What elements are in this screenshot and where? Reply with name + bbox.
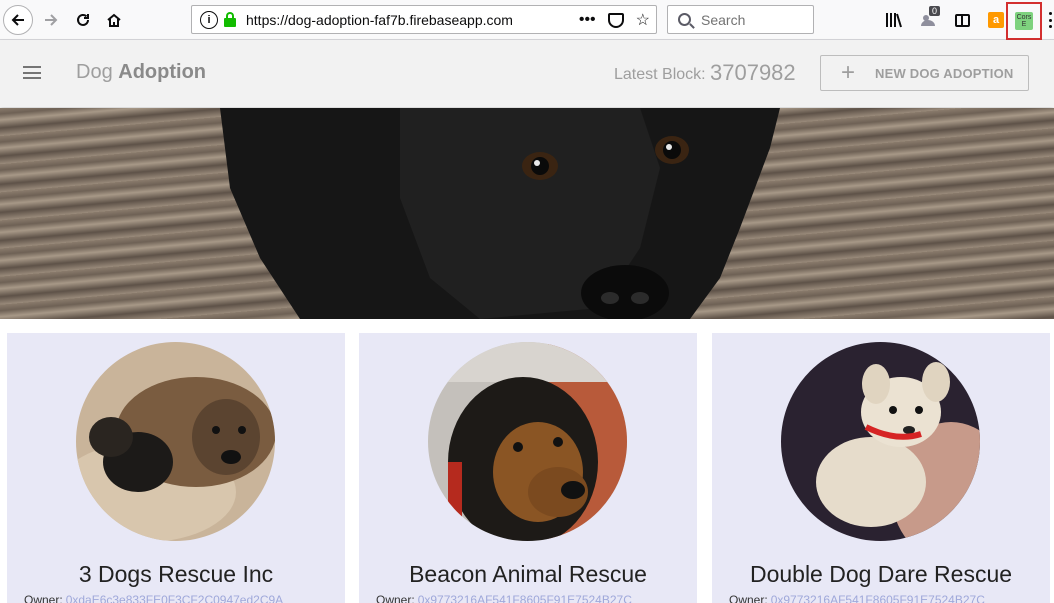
forward-button[interactable] — [36, 5, 66, 35]
back-arrow-icon — [11, 14, 24, 26]
latest-block-value: 3707982 — [710, 60, 796, 85]
back-button[interactable] — [3, 5, 33, 35]
owner-address[interactable]: 0x9773216AF541F8605F91E7524B27C — [771, 593, 985, 603]
url-text[interactable]: https://dog-adoption-faf7b.firebaseapp.c… — [246, 12, 513, 28]
latest-block-label: Latest Block: — [614, 66, 706, 83]
rescue-name: Double Dog Dare Rescue — [749, 561, 1013, 587]
rescue-avatar — [428, 342, 627, 541]
rescue-avatar — [781, 342, 980, 541]
rescue-card[interactable]: 3 Dogs Rescue Inc Owner: 0xdaE6c3e833FE0F… — [7, 333, 345, 603]
cors-icon: Cors E — [1015, 12, 1033, 30]
downloads-icon[interactable]: 0 — [916, 6, 940, 34]
rescue-owner: Owner: 0xdaE6c3e833FE0F3CF2C0947ed2C9A — [24, 593, 344, 603]
cors-extension-button[interactable]: Cors E — [1006, 2, 1042, 40]
library-icon[interactable] — [882, 6, 906, 34]
rescue-name: Beacon Animal Rescue — [409, 561, 647, 587]
black-dog-illustration — [220, 108, 780, 319]
page-actions-icon[interactable]: ••• — [579, 11, 596, 29]
bookmark-star-icon[interactable]: ☆ — [636, 10, 650, 30]
search-placeholder: Search — [701, 11, 746, 28]
owner-label: Owner: — [376, 593, 415, 603]
amazon-extension[interactable]: a — [984, 6, 1008, 34]
app-header: Dog Adoption Latest Block: 3707982 + NEW… — [0, 40, 1054, 107]
plus-icon: + — [841, 59, 856, 86]
reload-icon — [77, 13, 89, 26]
browser-toolbar: i https://dog-adoption-faf7b.firebaseapp… — [0, 0, 1054, 40]
hero-dog-image — [0, 108, 1054, 319]
rescue-name: 3 Dogs Rescue Inc — [78, 561, 274, 587]
lock-icon[interactable] — [223, 11, 237, 28]
new-dog-adoption-label: NEW DOG ADOPTION — [875, 65, 1014, 81]
owner-address[interactable]: 0xdaE6c3e833FE0F3CF2C0947ed2C9A — [66, 593, 283, 603]
rescue-card-list: 3 Dogs Rescue Inc Owner: 0xdaE6c3e833FE0F… — [7, 333, 1054, 603]
sidebar-toggle[interactable] — [950, 6, 974, 34]
rescue-card[interactable]: Beacon Animal Rescue Owner: 0x9773216AF54… — [359, 333, 697, 603]
rescue-card[interactable]: Double Dog Dare Rescue Owner: 0x9773216AF… — [712, 333, 1050, 603]
app-title-light: Dog — [76, 61, 113, 83]
app-title-bold: Adoption — [118, 61, 207, 83]
new-dog-adoption-button[interactable]: + NEW DOG ADOPTION — [820, 55, 1029, 91]
browser-menu-icon[interactable] — [1049, 12, 1052, 28]
owner-address[interactable]: 0x9773216AF541F8605F91E7524B27C — [418, 593, 632, 603]
pocket-icon[interactable] — [607, 12, 624, 28]
amazon-icon: a — [988, 12, 1004, 28]
app-title: Dog Adoption — [76, 61, 206, 84]
rescue-owner: Owner: 0x9773216AF541F8605F91E7524B27C — [376, 593, 696, 603]
forward-arrow-icon — [45, 14, 58, 26]
owner-label: Owner: — [729, 593, 768, 603]
downloads-badge: 0 — [928, 6, 940, 16]
home-button[interactable] — [99, 5, 129, 35]
search-icon — [678, 13, 691, 26]
address-bar[interactable]: i https://dog-adoption-faf7b.firebaseapp… — [191, 5, 657, 34]
hamburger-menu-icon[interactable] — [23, 66, 41, 79]
owner-label: Owner: — [24, 593, 63, 603]
rescue-avatar — [76, 342, 275, 541]
reload-button[interactable] — [68, 5, 98, 35]
home-icon — [107, 13, 121, 27]
rescue-owner: Owner: 0x9773216AF541F8605F91E7524B27C — [729, 593, 1049, 603]
sidebar-icon — [954, 13, 970, 27]
info-icon[interactable]: i — [200, 10, 218, 29]
search-input[interactable]: Search — [667, 5, 814, 34]
